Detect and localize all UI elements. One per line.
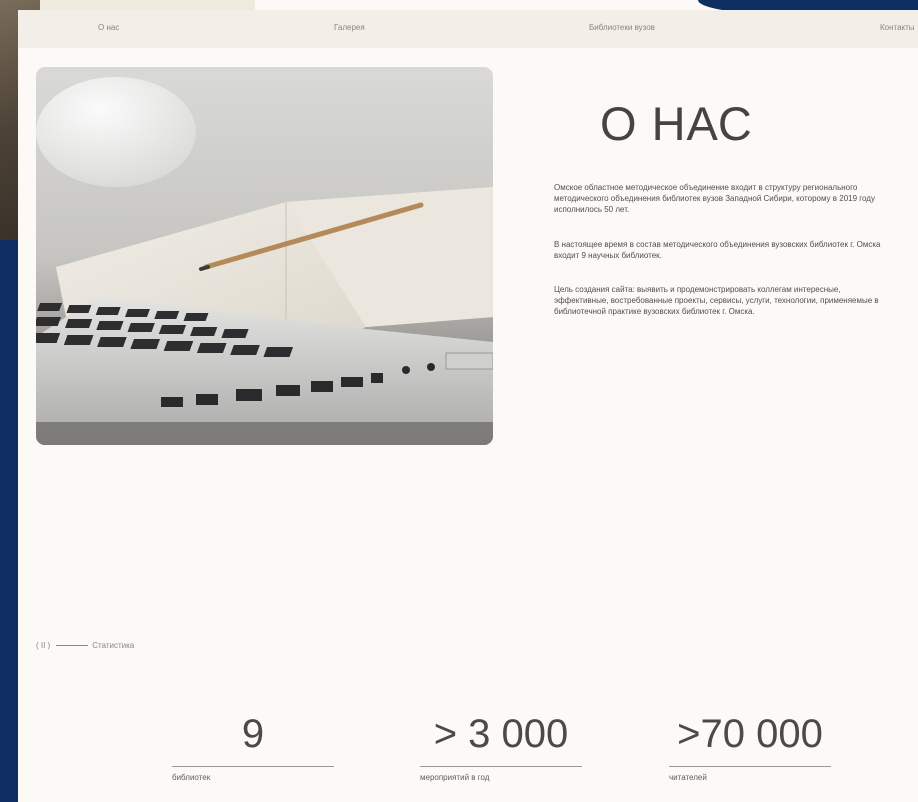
stat-divider — [669, 766, 831, 767]
section-number: ( II ) — [36, 641, 51, 650]
stat-events: > 3 000 мероприятий в год — [420, 708, 582, 782]
page: О нас Галерея Библиотеки вузов Контакты — [0, 0, 918, 802]
section-title: Статистика — [92, 641, 135, 650]
stat-label: библиотек — [172, 773, 211, 782]
stat-value: >70 000 — [677, 712, 823, 756]
about-paragraph-2: В настоящее время в состав методического… — [554, 240, 881, 260]
stat-value: > 3 000 — [433, 712, 569, 756]
stat-label: мероприятий в год — [420, 773, 490, 782]
stat-label: читателей — [669, 773, 707, 782]
hero-image-laptop-notebook — [36, 67, 493, 445]
nav-link-university-libraries[interactable]: Библиотеки вузов — [589, 23, 655, 32]
section-label-statistics: ( II ) Статистика — [36, 641, 134, 650]
stat-libraries: 9 библиотек — [172, 708, 334, 782]
top-navigation: О нас Галерея Библиотеки вузов Контакты — [18, 10, 918, 48]
nav-link-contacts[interactable]: Контакты — [880, 23, 915, 32]
about-paragraph-3: Цель создания сайта: выявить и продемонс… — [554, 285, 879, 316]
main-content: О нас Галерея Библиотеки вузов Контакты — [18, 10, 918, 802]
about-title: О НАС — [600, 97, 753, 150]
stat-divider — [420, 766, 582, 767]
section-divider-line — [56, 645, 89, 646]
nav-link-about[interactable]: О нас — [98, 23, 119, 32]
nav-link-gallery[interactable]: Галерея — [334, 23, 365, 32]
stat-value: 9 — [241, 712, 265, 756]
stat-readers: >70 000 читателей — [669, 708, 831, 782]
about-paragraph-1: Омское областное методическое объединени… — [554, 183, 875, 214]
background-blue-strip — [0, 240, 18, 802]
stat-divider — [172, 766, 334, 767]
